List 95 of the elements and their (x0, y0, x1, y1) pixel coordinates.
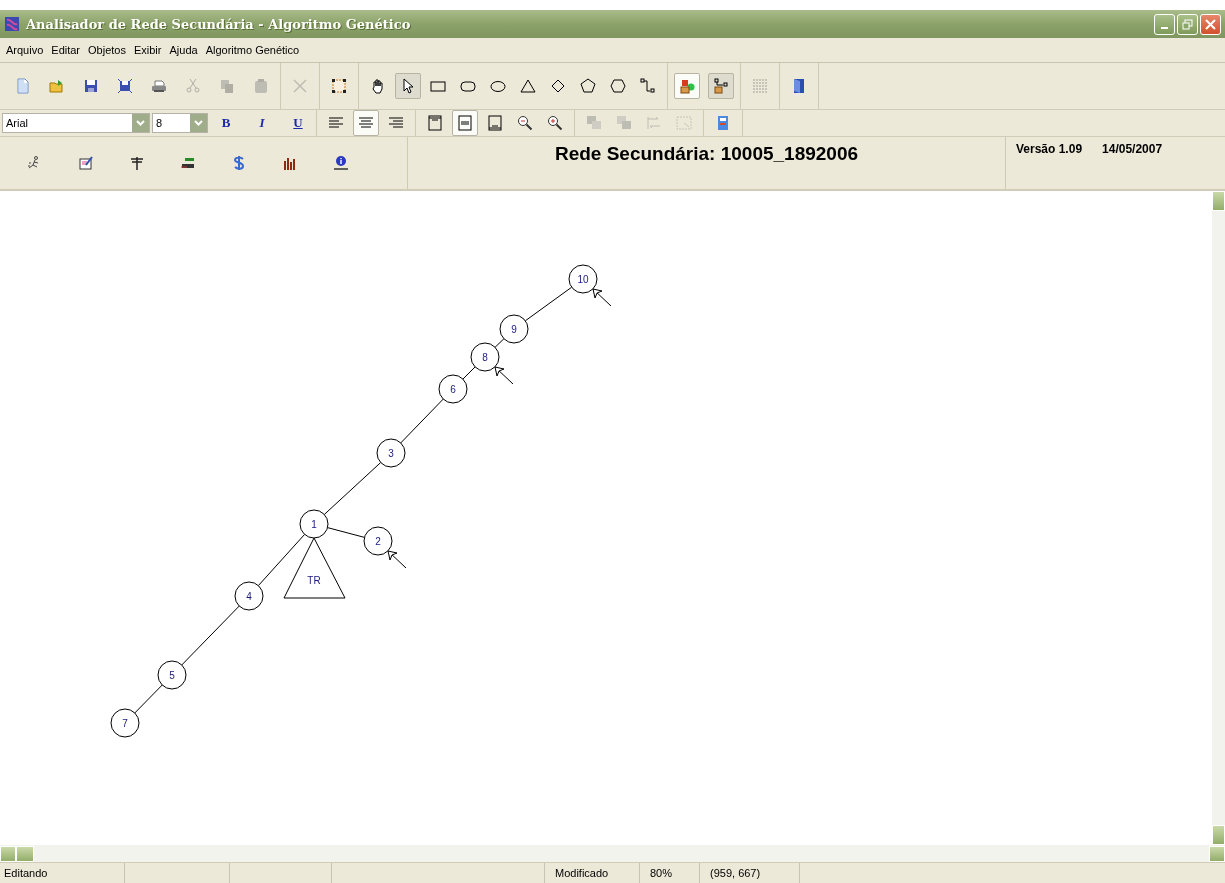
cable-icon (180, 155, 196, 171)
network-title: Rede Secundária: 10005_1892006 (554, 143, 859, 166)
font-select[interactable]: Arial (2, 113, 150, 133)
connector-icon (640, 78, 656, 94)
align-right-icon (388, 115, 404, 131)
door-icon (791, 78, 807, 94)
cable-line (494, 338, 505, 348)
menu-item[interactable]: Arquivo (6, 44, 44, 56)
bold-button[interactable]: B (214, 112, 238, 134)
shapes-lock-button[interactable] (674, 73, 700, 99)
info-icon (333, 155, 349, 171)
selection-icon (331, 78, 347, 94)
node-label: 4 (246, 590, 252, 602)
align-center-button[interactable] (353, 110, 379, 136)
node-label: 8 (482, 351, 488, 363)
connector-lock-icon (713, 78, 729, 94)
date-label: 14/05/2007 (1102, 142, 1163, 157)
cable-line (327, 527, 365, 538)
font-size-select[interactable]: 8 (152, 113, 208, 133)
document-icon (15, 78, 31, 94)
app-logo-icon (4, 16, 20, 32)
dropdown-button[interactable] (190, 114, 207, 132)
hand-icon (370, 78, 386, 94)
cable-line (400, 398, 444, 444)
menu-item[interactable]: Objetos (88, 44, 126, 56)
report-icon (715, 115, 731, 131)
pointer-icon (400, 78, 416, 94)
status-text: Editando (4, 867, 48, 879)
node-label: 3 (388, 447, 394, 459)
cable-line (323, 462, 382, 515)
group-icon (676, 115, 692, 131)
clipboard-icon (253, 78, 269, 94)
dropdown-button[interactable] (132, 114, 149, 132)
pentagon-icon (580, 78, 596, 94)
status-text: 80% (650, 867, 673, 879)
close-button[interactable] (1200, 13, 1221, 35)
printer-icon (151, 78, 167, 94)
transformer-label: TR (307, 575, 321, 586)
grid-icon (752, 78, 768, 94)
align-top-icon (427, 115, 443, 131)
menu-item[interactable]: Editar (51, 44, 81, 56)
window-title: Analisador de Rede Secundária - Algoritmo Genético (26, 16, 412, 32)
status-text: (959, 667) (710, 867, 761, 879)
node-label: 1 (311, 518, 317, 530)
italic-button[interactable]: I (250, 112, 274, 134)
connector-lock-button[interactable] (708, 73, 734, 99)
node-label: 9 (511, 323, 517, 335)
bring-front-icon (586, 115, 602, 131)
align-middle-button[interactable] (452, 110, 478, 136)
node-label: 5 (169, 669, 175, 681)
cable-line (134, 684, 163, 714)
copy-icon (219, 78, 235, 94)
close-icon (1205, 18, 1216, 30)
restore-button[interactable] (1177, 13, 1198, 35)
cable-line (181, 605, 240, 666)
diamond-icon (550, 78, 566, 94)
shapes-lock-icon (679, 78, 695, 94)
version-label: Versão 1.09 (1016, 142, 1083, 157)
swap-icon (646, 115, 662, 131)
floppy-disk-icon (117, 78, 133, 94)
underline-button[interactable]: U (286, 112, 310, 134)
menu-item[interactable]: Exibir (133, 44, 162, 56)
rectangle-icon (430, 78, 446, 94)
bar-chart-icon (282, 155, 298, 171)
hexagon-icon (610, 78, 626, 94)
node-label: 10 (577, 273, 589, 285)
node-label: 7 (122, 717, 128, 729)
rounded-rectangle-icon (460, 78, 476, 94)
minimize-icon (1161, 27, 1168, 29)
scissors-icon (185, 78, 201, 94)
node-label: 2 (375, 535, 381, 547)
dollar-icon (231, 155, 247, 171)
transformer-triangle (283, 537, 346, 599)
menu-item[interactable]: Ajuda (169, 44, 198, 56)
zoom-out-icon (517, 115, 533, 131)
folder-icon (49, 78, 65, 94)
status-text: Modificado (555, 867, 609, 879)
triangle-icon (520, 78, 536, 94)
ellipse-icon (490, 78, 506, 94)
utility-pole-icon (129, 155, 145, 171)
menu-item[interactable]: Algoritmo Genético (205, 44, 300, 56)
form-edit-icon (78, 155, 94, 171)
node-label: 6 (450, 383, 456, 395)
align-bottom-icon (487, 115, 503, 131)
send-back-icon (616, 115, 632, 131)
cable-line (257, 533, 306, 587)
pointer-button[interactable] (395, 73, 421, 99)
cable-line (524, 286, 573, 322)
align-left-icon (328, 115, 344, 131)
minimize-button[interactable] (1154, 13, 1175, 35)
align-middle-icon (457, 115, 473, 131)
align-center-icon (358, 115, 374, 131)
restore-icon (1182, 18, 1193, 30)
zoom-in-icon (547, 115, 563, 131)
cross-icon (292, 78, 308, 94)
